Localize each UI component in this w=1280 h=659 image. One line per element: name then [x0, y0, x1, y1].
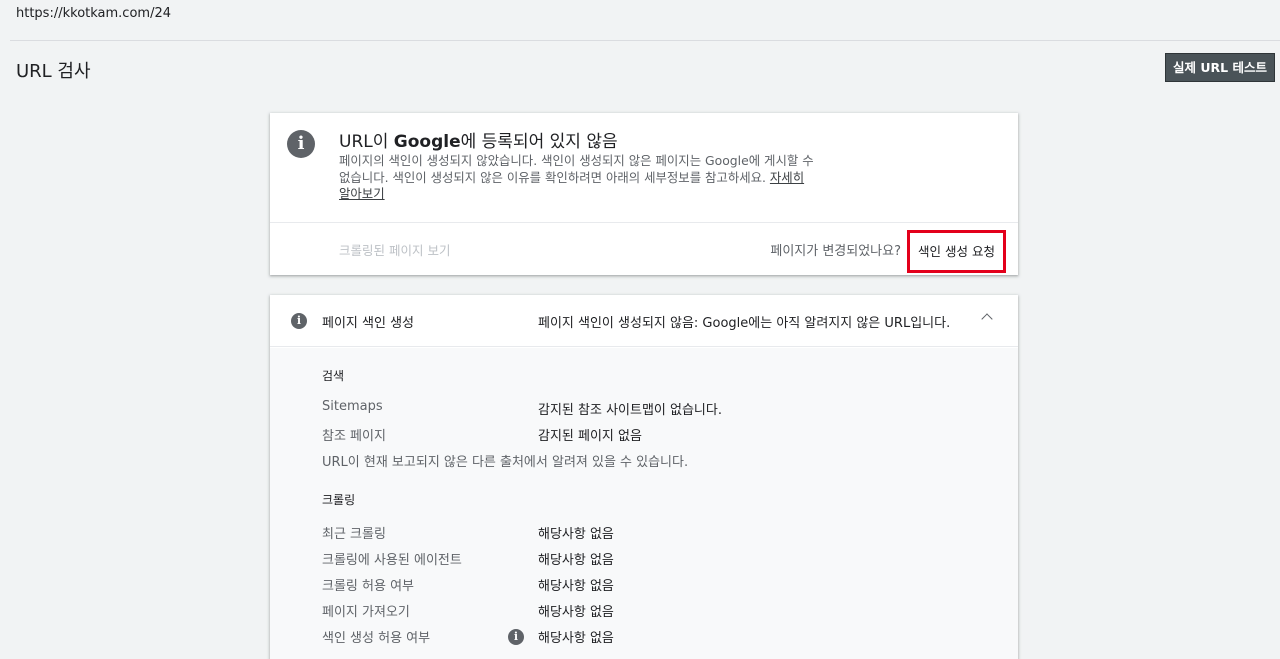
- indexing-allowed-label: 색인 생성 허용 여부: [322, 631, 431, 646]
- referring-page-value: 감지된 페이지 없음: [538, 429, 642, 444]
- referring-page-label: 참조 페이지: [322, 429, 386, 444]
- sitemaps-label: Sitemaps: [322, 399, 383, 414]
- top-divider: [10, 40, 1280, 41]
- section-label: 페이지 색인 생성: [322, 316, 414, 331]
- discovery-note: URL이 현재 보고되지 않은 다른 출처에서 알려져 있을 수 있습니다.: [322, 455, 689, 470]
- crawl-allowed-label: 크롤링 허용 여부: [322, 579, 414, 594]
- view-crawled-page-link[interactable]: 크롤링된 페이지 보기: [339, 240, 450, 259]
- page-fetch-label: 페이지 가져오기: [322, 605, 410, 620]
- chevron-up-icon[interactable]: [981, 313, 993, 325]
- status-title-brand: Google: [393, 132, 461, 152]
- status-title-suffix: 에 등록되어 있지 않음: [460, 132, 618, 152]
- status-title: URL이 Google에 등록되어 있지 않음: [339, 127, 618, 152]
- page-fetch-value: 해당사항 없음: [538, 605, 614, 620]
- page-indexing-card: i 페이지 색인 생성 페이지 색인이 생성되지 않음: Google에는 아직…: [270, 295, 1018, 659]
- indexing-allowed-value: 해당사항 없음: [538, 631, 614, 646]
- status-title-prefix: URL이: [339, 132, 394, 152]
- last-crawl-label: 최근 크롤링: [322, 527, 386, 542]
- crawled-as-value: 해당사항 없음: [538, 553, 614, 568]
- status-description: 페이지의 색인이 생성되지 않았습니다. 색인이 생성되지 않은 페이지는 Go…: [339, 153, 819, 203]
- crawled-as-label: 크롤링에 사용된 에이전트: [322, 553, 462, 568]
- page-changed-question: 페이지가 변경되었나요?: [770, 244, 901, 259]
- info-icon[interactable]: i: [508, 629, 524, 645]
- crawl-group-title: 크롤링: [322, 493, 356, 507]
- card-divider: [270, 222, 1018, 223]
- live-url-test-button[interactable]: 실제 URL 테스트: [1165, 53, 1275, 82]
- page-title: URL 검사: [16, 61, 91, 82]
- last-crawl-value: 해당사항 없음: [538, 527, 614, 542]
- section-status: 페이지 색인이 생성되지 않음: Google에는 아직 알려지지 않은 URL…: [538, 316, 951, 331]
- request-indexing-button[interactable]: 색인 생성 요청: [907, 230, 1006, 273]
- status-description-text: 페이지의 색인이 생성되지 않았습니다. 색인이 생성되지 않은 페이지는 Go…: [339, 153, 814, 185]
- page-indexing-details: 검색 Sitemaps 감지된 참조 사이트맵이 없습니다. 참조 페이지 감지…: [270, 348, 1018, 659]
- crawl-allowed-value: 해당사항 없음: [538, 579, 614, 594]
- url-status-card: i URL이 Google에 등록되어 있지 않음 페이지의 색인이 생성되지 …: [270, 113, 1018, 275]
- page-indexing-header[interactable]: i 페이지 색인 생성 페이지 색인이 생성되지 않음: Google에는 아직…: [270, 295, 1018, 347]
- info-icon: i: [287, 130, 315, 158]
- sitemaps-value: 감지된 참조 사이트맵이 없습니다.: [538, 403, 722, 418]
- discovery-group-title: 검색: [322, 369, 345, 383]
- page-url: https://kkotkam.com/24: [16, 6, 171, 21]
- info-icon: i: [291, 313, 307, 329]
